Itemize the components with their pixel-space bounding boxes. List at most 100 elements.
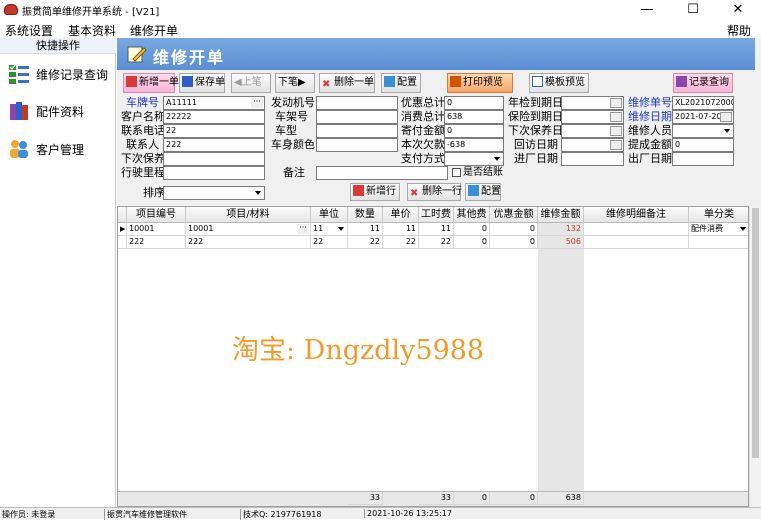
sidebar-item-label: 维修记录查询 bbox=[36, 68, 109, 82]
category-select[interactable]: 配件消费 bbox=[689, 223, 748, 236]
column-header[interactable]: 单位 bbox=[311, 207, 348, 223]
unit-select[interactable]: 11 bbox=[311, 223, 348, 236]
remark-input[interactable] bbox=[316, 166, 448, 180]
table-cell[interactable] bbox=[584, 236, 689, 249]
table-cell[interactable]: 22 bbox=[311, 236, 348, 249]
table-cell[interactable]: 132 bbox=[538, 223, 584, 236]
calendar-icon[interactable] bbox=[610, 112, 622, 122]
add-row-button[interactable]: 新增行 bbox=[350, 183, 400, 201]
table-cell[interactable]: 11 bbox=[419, 223, 454, 236]
lookup-button[interactable]: ··· bbox=[297, 224, 309, 234]
record-query-button[interactable]: 记录查询 bbox=[673, 73, 733, 93]
insurance-due-input[interactable] bbox=[561, 110, 624, 124]
vertical-scrollbar[interactable] bbox=[749, 206, 761, 507]
column-header[interactable]: 维修明细备注 bbox=[584, 207, 689, 223]
table-cell[interactable]: 11 bbox=[383, 223, 419, 236]
menu-repair-order[interactable]: 维修开单 bbox=[130, 22, 178, 39]
menu-system-settings[interactable]: 系统设置 bbox=[5, 22, 53, 39]
consume-total-label: 消费总计 bbox=[401, 110, 445, 123]
table-cell[interactable]: 0 bbox=[454, 236, 490, 249]
column-header[interactable]: 项目/材料 bbox=[186, 207, 311, 223]
consume-total-input[interactable]: 638 bbox=[444, 110, 504, 124]
menu-help[interactable]: 帮助 bbox=[727, 22, 751, 39]
commission-input[interactable]: 0 bbox=[672, 138, 734, 152]
table-cell[interactable]: 10001 ··· bbox=[186, 223, 311, 236]
table-cell[interactable]: 22 bbox=[419, 236, 454, 249]
delete-row-button[interactable]: ✖ 删除一行 bbox=[407, 183, 462, 201]
next-maint-input[interactable] bbox=[163, 152, 265, 166]
sidebar-item-customers[interactable]: 客户管理 bbox=[6, 135, 114, 163]
column-header[interactable]: 工时费 bbox=[419, 207, 454, 223]
prev-record-button[interactable]: ◀上笔 bbox=[231, 73, 271, 93]
next-maint-label: 下次保养 bbox=[121, 152, 165, 165]
table-cell[interactable]: 10001 bbox=[127, 223, 186, 236]
save-icon bbox=[182, 76, 193, 87]
column-header[interactable]: 数量 bbox=[348, 207, 383, 223]
lookup-button[interactable]: ··· bbox=[251, 98, 263, 108]
table-cell[interactable]: 0 bbox=[490, 236, 538, 249]
config-button[interactable]: 配置 bbox=[381, 73, 421, 93]
deposit-input[interactable]: 0 bbox=[444, 124, 504, 138]
table-cell[interactable]: 22 bbox=[383, 236, 419, 249]
owed-input[interactable]: -638 bbox=[444, 138, 504, 152]
table-cell[interactable]: 222 bbox=[127, 236, 186, 249]
print-preview-button[interactable]: 打印预览 bbox=[447, 73, 513, 93]
car-color-input[interactable] bbox=[316, 138, 398, 152]
column-header[interactable]: 单价 bbox=[383, 207, 419, 223]
calendar-icon[interactable] bbox=[610, 126, 622, 136]
table-cell[interactable] bbox=[689, 236, 748, 249]
calendar-icon[interactable] bbox=[610, 140, 622, 150]
annual-due-input[interactable] bbox=[561, 96, 624, 110]
mileage-input[interactable] bbox=[163, 166, 265, 180]
scrollbar-thumb[interactable] bbox=[752, 208, 759, 458]
frame-no-input[interactable] bbox=[316, 110, 398, 124]
sort-select[interactable] bbox=[163, 186, 265, 200]
customer-input[interactable]: 22222 bbox=[163, 110, 265, 124]
phone-input[interactable]: 22 bbox=[163, 124, 265, 138]
save-button[interactable]: 保存单 bbox=[179, 73, 225, 93]
column-header[interactable]: 项目编号 bbox=[127, 207, 186, 223]
sidebar-item-parts[interactable]: 配件资料 bbox=[6, 97, 114, 125]
template-preview-button[interactable]: 模板预览 bbox=[529, 73, 589, 93]
column-header[interactable]: 单分类 bbox=[689, 207, 748, 223]
engine-no-input[interactable] bbox=[316, 96, 398, 110]
contact-input[interactable]: 222 bbox=[163, 138, 265, 152]
next-record-button[interactable]: 下笔▶ bbox=[275, 73, 315, 93]
calendar-icon[interactable] bbox=[610, 98, 622, 108]
column-header[interactable]: 维修金额 bbox=[538, 207, 584, 223]
table-cell[interactable]: 0 bbox=[454, 223, 490, 236]
column-header[interactable]: 其他费 bbox=[454, 207, 490, 223]
next-maint-date-input[interactable] bbox=[561, 124, 624, 138]
insurance-due-label: 保险到期日 bbox=[508, 110, 563, 123]
repair-no-input[interactable]: XL20210720002 bbox=[672, 96, 734, 110]
column-header[interactable]: 优惠金额 bbox=[490, 207, 538, 223]
pay-method-select[interactable] bbox=[444, 152, 504, 166]
calendar-icon[interactable] bbox=[720, 112, 732, 122]
settled-checkbox[interactable] bbox=[452, 168, 461, 177]
menu-basic-data[interactable]: 基本资料 bbox=[68, 22, 116, 39]
maximize-icon[interactable]: ☐ bbox=[670, 0, 716, 20]
sidebar-item-label: 配件资料 bbox=[36, 105, 85, 119]
table-cell[interactable]: 506 bbox=[538, 236, 584, 249]
menu-bar: 系统设置 基本资料 维修开单 帮助 bbox=[0, 20, 761, 38]
repair-staff-select[interactable] bbox=[672, 124, 734, 138]
revisit-date-input[interactable] bbox=[561, 138, 624, 152]
exit-date-input[interactable] bbox=[672, 152, 734, 166]
table-cell[interactable]: 0 bbox=[490, 223, 538, 236]
title-bar: 振贯简单维修开单系统 - [V21] — ☐ ✕ bbox=[0, 0, 761, 20]
car-no-input[interactable]: A11111 ··· bbox=[163, 96, 265, 110]
minimize-icon[interactable]: — bbox=[624, 0, 670, 20]
table-cell[interactable]: 11 bbox=[348, 223, 383, 236]
delete-order-button[interactable]: ✖ 删除一单 bbox=[319, 73, 375, 93]
car-model-input[interactable] bbox=[316, 124, 398, 138]
new-order-button[interactable]: 新增一单 bbox=[123, 73, 179, 93]
close-icon[interactable]: ✕ bbox=[715, 0, 761, 20]
table-cell[interactable]: 22 bbox=[348, 236, 383, 249]
repair-date-input[interactable]: 2021-07-20 bbox=[672, 110, 734, 124]
sidebar-item-repair-records[interactable]: 维修记录查询 bbox=[6, 60, 114, 88]
enter-date-input[interactable] bbox=[561, 152, 624, 166]
discount-total-input[interactable]: 0 bbox=[444, 96, 504, 110]
table-cell[interactable]: 222 bbox=[186, 236, 311, 249]
table-cell[interactable] bbox=[584, 223, 689, 236]
row-config-button[interactable]: 配置 bbox=[465, 183, 501, 201]
